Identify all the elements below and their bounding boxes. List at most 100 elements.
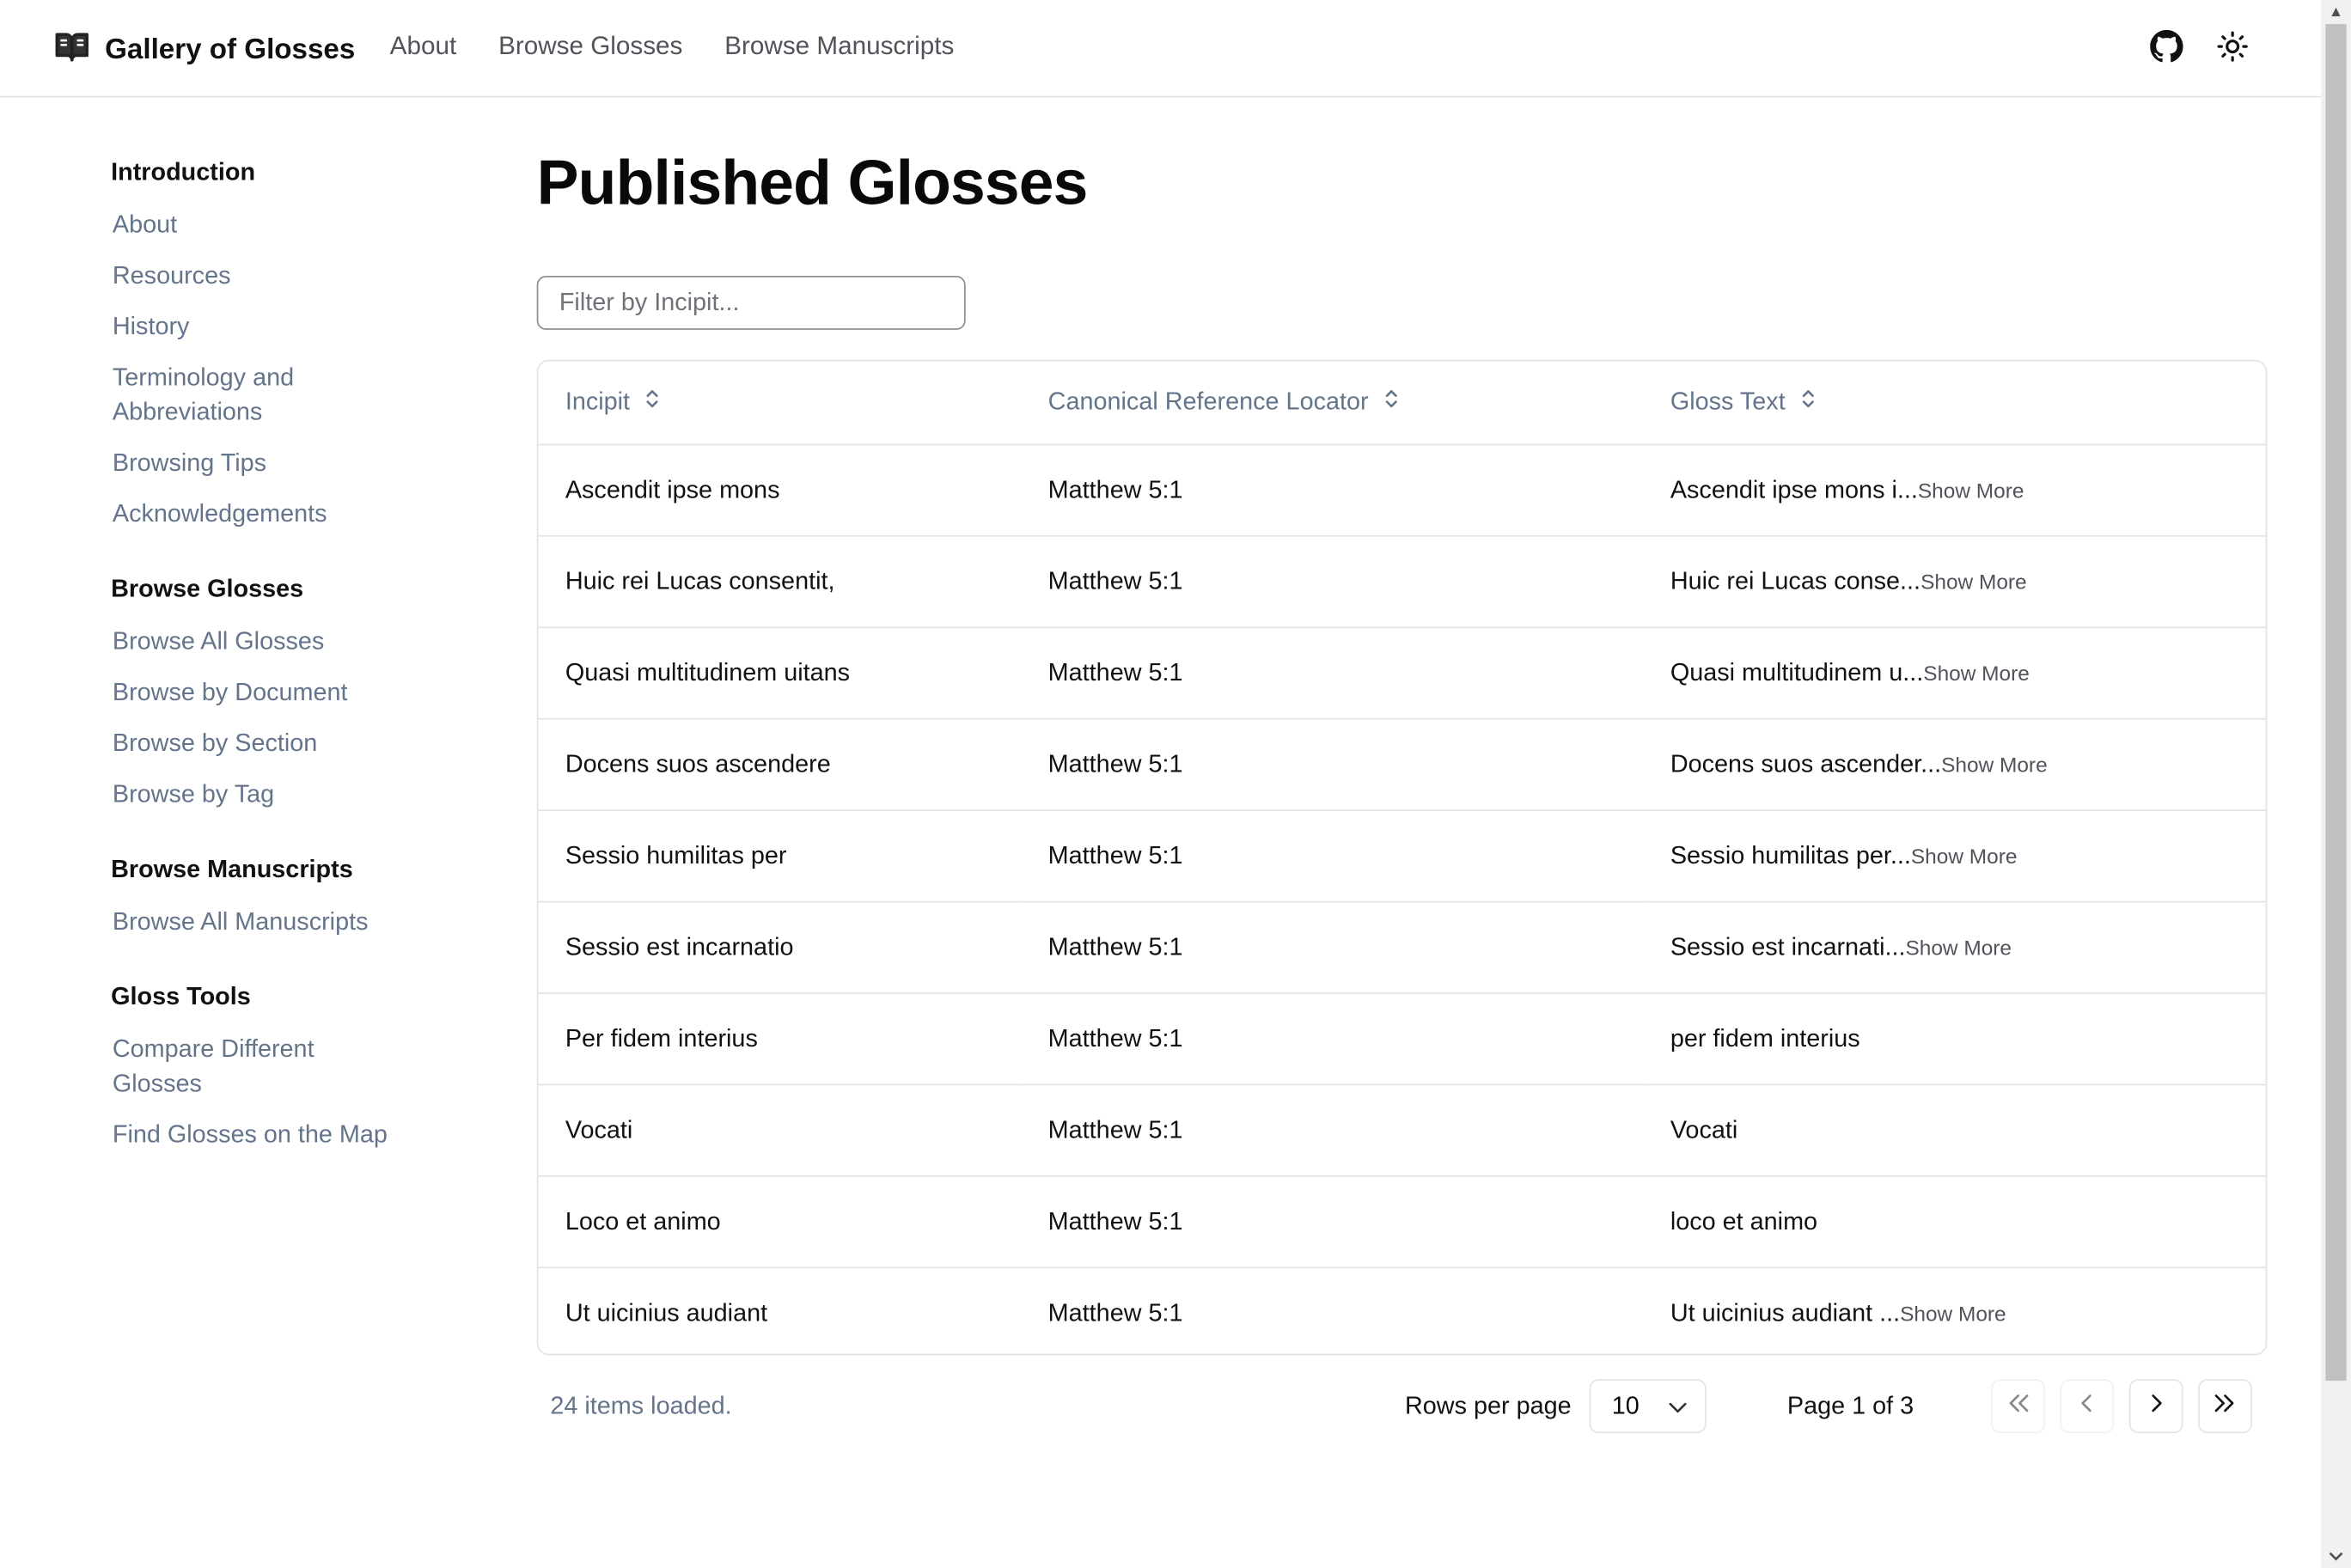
cell-gloss: Quasi multitudinem u...Show More bbox=[1643, 627, 2266, 720]
sidebar-item-find-glosses-map[interactable]: Find Glosses on the Map bbox=[113, 1119, 441, 1153]
rows-per-page-select[interactable]: 10 bbox=[1589, 1379, 1707, 1434]
gloss-text: Quasi multitudinem u... bbox=[1670, 658, 1924, 686]
sidebar-section-introduction: Introduction About Resources History Ter… bbox=[111, 159, 441, 532]
show-more-link[interactable]: Show More bbox=[1920, 569, 2027, 593]
chevron-down-icon bbox=[1669, 1392, 1687, 1420]
sidebar-item-browse-all-glosses[interactable]: Browse All Glosses bbox=[113, 625, 441, 660]
table-row[interactable]: Sessio est incarnatio Matthew 5:1 Sessio… bbox=[538, 901, 2266, 994]
sidebar-item-acknowledgements[interactable]: Acknowledgements bbox=[113, 497, 441, 532]
table-row[interactable]: Loco et animo Matthew 5:1 loco et animo bbox=[538, 1175, 2266, 1269]
gloss-text: Ut uicinius audiant ... bbox=[1670, 1298, 1901, 1327]
table-row[interactable]: Quasi multitudinem uitans Matthew 5:1 Qu… bbox=[538, 627, 2266, 720]
cell-incipit: Ascendit ipse mons bbox=[538, 444, 1022, 537]
brand-name: Gallery of Glosses bbox=[105, 34, 356, 65]
next-page-button[interactable] bbox=[2128, 1379, 2183, 1434]
nav-browse-manuscripts[interactable]: Browse Manuscripts bbox=[724, 32, 954, 62]
table-row[interactable]: Ut uicinius audiant Matthew 5:1 Ut uicin… bbox=[538, 1267, 2265, 1353]
show-more-link[interactable]: Show More bbox=[1911, 844, 2018, 868]
scrollbar-thumb[interactable] bbox=[2325, 23, 2347, 1382]
column-header-incipit[interactable]: Incipit bbox=[538, 361, 1022, 446]
column-label: Incipit bbox=[565, 387, 631, 416]
sidebar-item-resources[interactable]: Resources bbox=[113, 259, 441, 294]
github-icon[interactable] bbox=[2147, 27, 2186, 65]
cell-incipit: Sessio humilitas per bbox=[538, 810, 1022, 903]
sidebar-heading: Introduction bbox=[111, 158, 256, 186]
sidebar-item-browse-by-document[interactable]: Browse by Document bbox=[113, 676, 441, 711]
cell-incipit: Loco et animo bbox=[538, 1175, 1022, 1269]
cell-incipit: Sessio est incarnatio bbox=[538, 901, 1022, 994]
sidebar-item-browse-by-section[interactable]: Browse by Section bbox=[113, 727, 441, 761]
page-scrollbar[interactable]: ▲ bbox=[2321, 0, 2351, 1568]
sort-icon[interactable] bbox=[1383, 388, 1398, 417]
nav-about[interactable]: About bbox=[390, 32, 457, 62]
gloss-text: Docens suos ascender... bbox=[1670, 750, 1942, 778]
table-row[interactable]: Huic rei Lucas consentit, Matthew 5:1 Hu… bbox=[538, 535, 2266, 629]
sidebar-item-browse-all-manuscripts[interactable]: Browse All Manuscripts bbox=[113, 906, 441, 940]
column-header-locator[interactable]: Canonical Reference Locator bbox=[1021, 361, 1644, 446]
table-header-row: Incipit Canonical Reference Locator Glos… bbox=[538, 361, 2266, 446]
gloss-text: Vocati bbox=[1670, 1116, 1738, 1144]
cell-gloss: Sessio est incarnati...Show More bbox=[1643, 901, 2266, 994]
main-content: Published Glosses Incipit Canonical Refe… bbox=[536, 147, 2268, 1434]
first-page-button[interactable] bbox=[1991, 1379, 2046, 1434]
table-row[interactable]: Docens suos ascendere Matthew 5:1 Docens… bbox=[538, 718, 2266, 811]
column-header-gloss-text[interactable]: Gloss Text bbox=[1643, 361, 2266, 446]
cell-incipit: Per fidem interius bbox=[538, 992, 1022, 1086]
sidebar-item-browse-by-tag[interactable]: Browse by Tag bbox=[113, 778, 441, 813]
scroll-down-icon[interactable] bbox=[2321, 1544, 2351, 1568]
column-label: Canonical Reference Locator bbox=[1047, 387, 1369, 416]
top-navbar: Gallery of Glosses About Browse Glosses … bbox=[0, 0, 2322, 98]
cell-incipit: Quasi multitudinem uitans bbox=[538, 627, 1022, 720]
cell-gloss: Vocati bbox=[1643, 1084, 2266, 1177]
last-page-button[interactable] bbox=[2198, 1379, 2252, 1434]
nav-browse-glosses[interactable]: Browse Glosses bbox=[498, 32, 682, 62]
sort-icon[interactable] bbox=[644, 388, 659, 417]
first-page-icon bbox=[2006, 1392, 2030, 1420]
table-row[interactable]: Vocati Matthew 5:1 Vocati bbox=[538, 1084, 2266, 1177]
book-icon bbox=[54, 28, 90, 72]
gloss-text: per fidem interius bbox=[1670, 1024, 1860, 1052]
cell-gloss: Huic rei Lucas conse...Show More bbox=[1643, 535, 2266, 629]
table-row[interactable]: Ascendit ipse mons Matthew 5:1 Ascendit … bbox=[538, 444, 2266, 537]
gloss-text: Sessio humilitas per... bbox=[1670, 841, 1911, 869]
gloss-text: Huic rei Lucas conse... bbox=[1670, 567, 1921, 595]
column-label: Gloss Text bbox=[1670, 387, 1786, 416]
previous-page-button[interactable] bbox=[2060, 1379, 2115, 1434]
show-more-link[interactable]: Show More bbox=[1918, 478, 2024, 502]
page-status: Page 1 of 3 bbox=[1786, 1393, 1914, 1420]
cell-incipit: Ut uicinius audiant bbox=[565, 1298, 768, 1327]
scroll-up-icon[interactable]: ▲ bbox=[2321, 0, 2351, 24]
sidebar: Introduction About Resources History Ter… bbox=[111, 159, 441, 1183]
cell-locator: Matthew 5:1 bbox=[1021, 535, 1644, 629]
show-more-link[interactable]: Show More bbox=[1923, 661, 2030, 685]
sort-icon[interactable] bbox=[1800, 388, 1815, 417]
sidebar-item-browsing-tips[interactable]: Browsing Tips bbox=[113, 447, 441, 481]
show-more-link[interactable]: Show More bbox=[1900, 1301, 2006, 1325]
cell-locator: Matthew 5:1 bbox=[1021, 627, 1644, 720]
cell-gloss: Docens suos ascender...Show More bbox=[1643, 718, 2266, 811]
sidebar-item-terminology[interactable]: Terminology and Abbreviations bbox=[113, 362, 338, 430]
show-more-link[interactable]: Show More bbox=[1941, 752, 2048, 776]
table-row[interactable]: Sessio humilitas per Matthew 5:1 Sessio … bbox=[538, 810, 2266, 903]
sidebar-heading: Browse Glosses bbox=[111, 576, 304, 603]
cell-locator: Matthew 5:1 bbox=[1021, 992, 1644, 1086]
items-loaded-text: 24 items loaded. bbox=[550, 1393, 732, 1420]
sidebar-section-browse-manuscripts: Browse Manuscripts Browse All Manuscript… bbox=[111, 856, 441, 940]
filter-incipit-input[interactable] bbox=[536, 276, 966, 330]
table-row[interactable]: Per fidem interius Matthew 5:1 per fidem… bbox=[538, 992, 2266, 1086]
gloss-text: loco et animo bbox=[1670, 1207, 1818, 1235]
sidebar-item-history[interactable]: History bbox=[113, 310, 441, 345]
sidebar-item-about[interactable]: About bbox=[113, 209, 441, 243]
glosses-table: Incipit Canonical Reference Locator Glos… bbox=[536, 359, 2268, 1356]
brand-link[interactable]: Gallery of Glosses bbox=[54, 28, 355, 72]
cell-locator: Matthew 5:1 bbox=[1021, 718, 1644, 811]
sun-icon[interactable] bbox=[2213, 27, 2251, 65]
next-page-icon bbox=[2148, 1392, 2163, 1420]
show-more-link[interactable]: Show More bbox=[1905, 935, 2012, 959]
sidebar-item-compare-glosses[interactable]: Compare Different Glosses bbox=[113, 1033, 338, 1101]
cell-locator: Matthew 5:1 bbox=[1047, 1298, 1183, 1327]
cell-incipit: Vocati bbox=[538, 1084, 1022, 1177]
cell-locator: Matthew 5:1 bbox=[1021, 1175, 1644, 1269]
sidebar-section-gloss-tools: Gloss Tools Compare Different Glosses Fi… bbox=[111, 984, 441, 1153]
cell-incipit: Docens suos ascendere bbox=[538, 718, 1022, 811]
